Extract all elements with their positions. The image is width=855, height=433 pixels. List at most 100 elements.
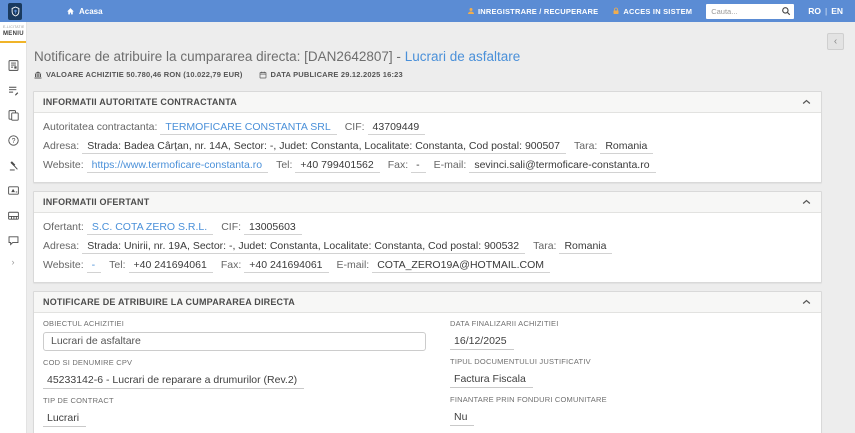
sidebar-item-catalog[interactable] (0, 178, 27, 203)
lock-icon (612, 7, 620, 15)
authority-row-contact: Website: https://www.termoficare-constant… (43, 159, 811, 173)
nav-access[interactable]: ACCES IN SISTEM (612, 7, 692, 16)
meta-date-text: DATA PUBLICARE 29.12.2025 16:23 (270, 70, 403, 79)
sidebar-header: E-LICITATIE MENIU (0, 22, 26, 43)
id-card-icon (7, 184, 20, 197)
sidebar-item-registers[interactable] (0, 203, 27, 228)
collapse-icon[interactable] (802, 299, 811, 305)
authority-name-label: Autoritatea contractanta: (43, 121, 158, 133)
offerer-country-value: Romania (559, 240, 613, 254)
language-switch: RO | EN (808, 6, 843, 16)
offerer-email-value: COTA_ZERO19A@HOTMAIL.COM (372, 259, 551, 273)
nav-home[interactable]: Acasa (66, 7, 103, 16)
authority-website-link[interactable]: https://www.termoficare-constanta.ro (86, 159, 269, 173)
field-label: DATA FINALIZARII ACHIZITIEI (450, 319, 559, 328)
search-box (706, 3, 795, 19)
authority-website-label: Website: (43, 159, 84, 171)
sidebar-item-messages[interactable] (0, 228, 27, 253)
offerer-cif-label: CIF: (221, 221, 242, 233)
field-label: OBIECTUL ACHIZITIEI (43, 319, 125, 328)
authority-tel-value: +40 799401562 (295, 159, 380, 173)
panel-notification-title: NOTIFICARE DE ATRIBUIRE LA CUMPARAREA DI… (43, 297, 295, 307)
search-input[interactable] (711, 6, 782, 16)
chat-icon (7, 234, 20, 247)
offerer-website-value: - (86, 259, 102, 273)
obiectul-achizitiei-input[interactable] (43, 331, 427, 351)
offerer-name-link[interactable]: S.C. COTA ZERO S.R.L. (86, 221, 214, 235)
offerer-tel-label: Tel: (109, 259, 126, 271)
authority-country-value: Romania (600, 140, 654, 154)
nav-access-label: ACCES IN SISTEM (623, 6, 693, 16)
authority-row-address: Adresa: Strada: Badea Cârțan, nr. 14A, Se… (43, 140, 811, 154)
offerer-country-label: Tara: (533, 240, 557, 252)
offerer-address-value: Strada: Unirii, nr. 19A, Sector: -, Jude… (82, 240, 526, 254)
topbar: Acasa INREGISTRARE / RECUPERARE ACCES IN… (0, 0, 855, 22)
authority-email-value: sevinci.sali@termoficare-constanta.ro (469, 159, 656, 173)
field-tip-document: TIPUL DOCUMENTULUI JUSTIFICATIV Factura … (450, 357, 811, 388)
home-icon (66, 7, 75, 16)
sidebar-item-auctions[interactable] (0, 153, 27, 178)
help-icon: ? (7, 134, 20, 147)
tip-contract-value: Lucrari (43, 412, 87, 427)
svg-text:?: ? (11, 138, 15, 145)
sidebar: E-LICITATIE MENIU ? › (0, 22, 27, 433)
search-icon[interactable] (781, 6, 791, 16)
page-title: Notificare de atribuire la cumpararea di… (34, 49, 822, 64)
lang-separator: | (824, 6, 828, 16)
sidebar-item-bulletin[interactable] (0, 53, 27, 78)
meta-date: DATA PUBLICARE 29.12.2025 16:23 (259, 70, 403, 79)
authority-email-label: E-mail: (433, 159, 467, 171)
field-label: FINANTARE PRIN FONDURI COMUNITARE (450, 395, 607, 404)
authority-fax-label: Fax: (387, 159, 409, 171)
nav-register-label: INREGISTRARE / RECUPERARE (477, 6, 599, 16)
meta-value-text: VALOARE ACHIZITIE 50.780,46 RON (10.022,… (46, 70, 243, 79)
back-button[interactable]: ‹ (827, 33, 844, 50)
lang-en[interactable]: EN (831, 6, 843, 16)
field-label: TIPUL DOCUMENTULUI JUSTIFICATIV (450, 357, 591, 366)
sidebar-brand: E-LICITATIE (3, 25, 24, 29)
nav-home-label: Acasa (79, 6, 103, 16)
tip-document-value: Factura Fiscala (450, 373, 533, 388)
bulletin-icon (7, 59, 20, 72)
shield-logo-icon (11, 6, 20, 17)
bank-icon (34, 71, 42, 79)
offerer-cif-value: 13005603 (244, 221, 302, 235)
auction-gavel-icon (7, 159, 20, 172)
authority-cif-label: CIF: (344, 121, 365, 133)
lang-ro[interactable]: RO (808, 6, 821, 16)
finantare-value: Nu (450, 411, 475, 426)
authority-tel-label: Tel: (276, 159, 293, 171)
sidebar-expand-chevron[interactable]: › (0, 257, 26, 267)
data-finalizarii-value: 16/12/2025 (450, 335, 514, 350)
nav-register[interactable]: INREGISTRARE / RECUPERARE (467, 7, 598, 16)
field-data-finalizarii: DATA FINALIZARII ACHIZITIEI 16/12/2025 (450, 319, 811, 350)
authority-fax-value: - (411, 159, 426, 173)
authority-address-label: Adresa: (43, 140, 80, 152)
field-tip-contract: TIP DE CONTRACT Lucrari (43, 396, 426, 427)
app-logo[interactable] (8, 2, 22, 20)
offerer-email-label: E-mail: (336, 259, 370, 271)
offerer-website-label: Website: (43, 259, 84, 271)
authority-country-label: Tara: (573, 140, 598, 152)
authority-cif-value: 43709449 (367, 121, 426, 135)
field-obiectul-achizitiei: OBIECTUL ACHIZITIEI (43, 319, 427, 351)
page-title-link[interactable]: Lucrari de asfaltare (405, 49, 521, 64)
clipboard-icon (7, 109, 20, 122)
user-icon (467, 7, 475, 15)
collapse-icon[interactable] (802, 199, 811, 205)
offerer-row-address: Adresa: Strada: Unirii, nr. 19A, Sector: … (43, 240, 811, 254)
offerer-fax-value: +40 241694061 (244, 259, 329, 273)
page-meta: VALOARE ACHIZITIE 50.780,46 RON (10.022,… (34, 70, 822, 79)
cod-cpv-value: 45233142-6 - Lucrari de reparare a drumu… (43, 374, 305, 389)
authority-row-name: Autoritatea contractanta: TERMOFICARE CON… (43, 121, 811, 135)
field-label: TIP DE CONTRACT (43, 395, 114, 405)
panel-authority: INFORMATII AUTORITATE CONTRACTANTA Autor… (33, 91, 822, 183)
page-title-text: Notificare de atribuire la cumpararea di… (34, 49, 401, 64)
sidebar-item-help[interactable]: ? (0, 128, 27, 153)
field-label: COD SI DENUMIRE CPV (43, 357, 133, 367)
authority-name-link[interactable]: TERMOFICARE CONSTANTA SRL (160, 121, 337, 135)
keyboard-icon (7, 209, 20, 222)
collapse-icon[interactable] (802, 99, 811, 105)
sidebar-item-procedures[interactable] (0, 78, 27, 103)
sidebar-item-clipboard[interactable] (0, 103, 27, 128)
